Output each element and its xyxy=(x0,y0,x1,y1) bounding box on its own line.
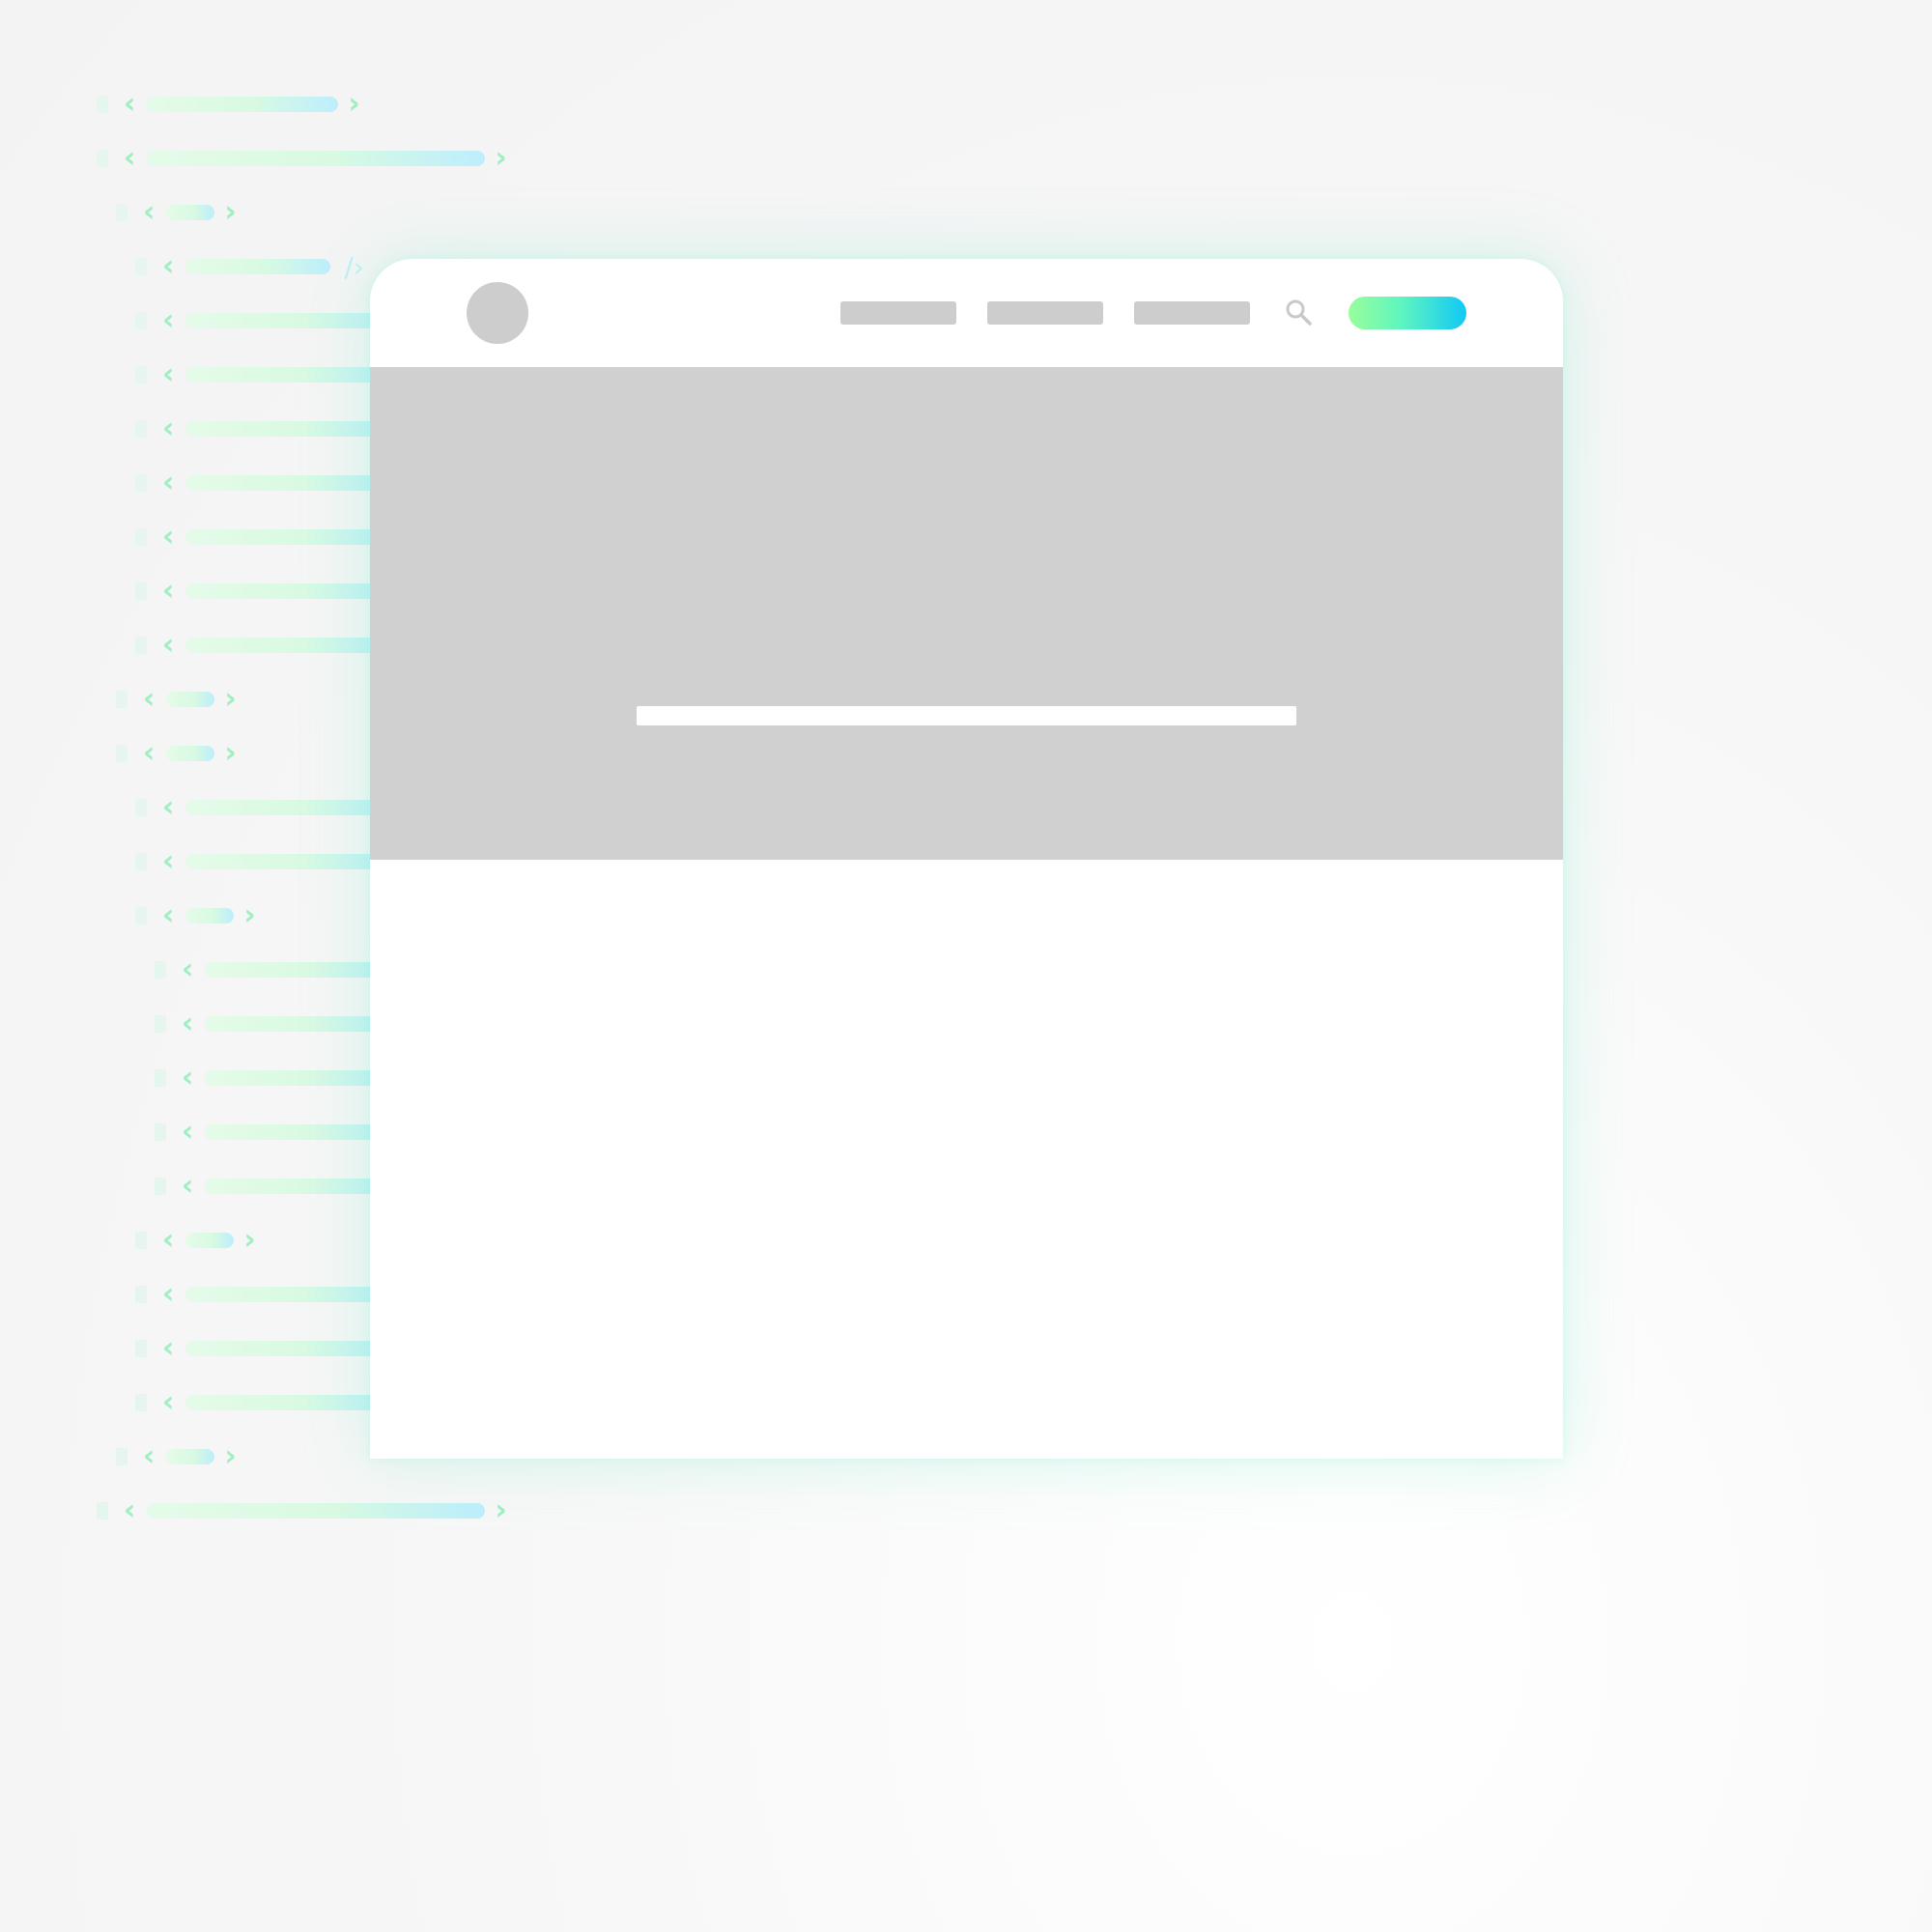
code-line: ‹ › xyxy=(116,739,237,768)
code-line: ‹ › xyxy=(116,198,237,227)
code-line: ‹ › xyxy=(116,685,237,714)
code-line: ‹ xyxy=(135,847,399,876)
code-line: ‹ › xyxy=(97,144,507,173)
code-line: ‹ xyxy=(135,360,399,389)
hero-section xyxy=(370,367,1563,860)
code-line: ‹ › xyxy=(135,1226,256,1255)
nav-cta-button[interactable] xyxy=(1349,297,1466,329)
website-mockup xyxy=(370,259,1563,1459)
code-line: ‹ xyxy=(135,306,399,335)
code-line: ‹ xyxy=(135,793,399,822)
code-line: ‹ › xyxy=(97,1496,507,1525)
code-line: ‹ xyxy=(135,469,399,497)
code-line: ‹/› xyxy=(135,251,364,283)
code-line: ‹ xyxy=(135,523,399,552)
search-icon[interactable] xyxy=(1284,298,1313,327)
code-line: ‹ xyxy=(135,1388,399,1417)
code-line: ‹ xyxy=(135,577,399,606)
nav-link-placeholder-3[interactable] xyxy=(1134,301,1250,325)
code-line: ‹ xyxy=(135,414,399,443)
nav-link-placeholder-2[interactable] xyxy=(987,301,1103,325)
code-line: ‹ xyxy=(155,1009,399,1038)
hero-title-placeholder xyxy=(637,706,1296,725)
code-line: ‹ xyxy=(155,1118,399,1147)
code-line: ‹ › xyxy=(135,901,256,930)
code-line: ‹ xyxy=(135,1280,399,1309)
code-line: ‹ xyxy=(135,1334,399,1363)
code-line: ‹ xyxy=(155,1064,399,1093)
mockup-navbar xyxy=(370,259,1563,367)
mockup-logo-placeholder[interactable] xyxy=(467,282,528,344)
nav-link-placeholder-1[interactable] xyxy=(840,301,956,325)
code-line: ‹ xyxy=(155,955,399,984)
code-line: ‹ › xyxy=(97,90,360,119)
code-line: ‹ › xyxy=(116,1442,237,1471)
code-line: ‹ xyxy=(135,631,399,660)
code-line: ‹ xyxy=(155,1172,399,1201)
